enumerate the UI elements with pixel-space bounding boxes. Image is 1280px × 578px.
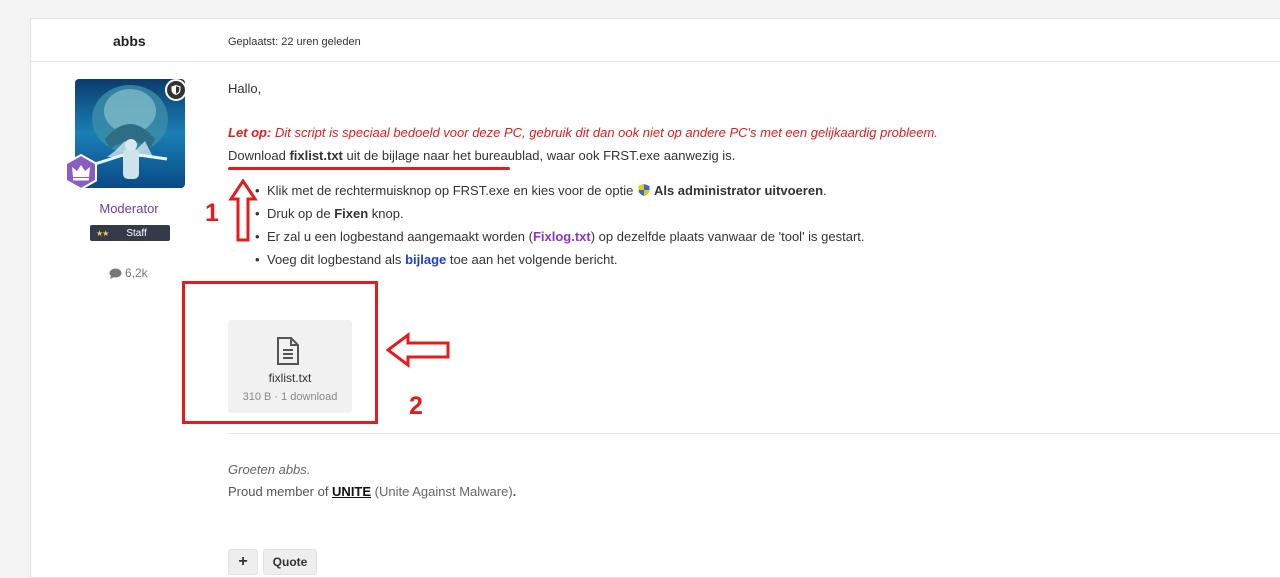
uac-shield-icon (638, 184, 650, 196)
step-3-text: Er zal u een logbestand aangemaakt worde… (267, 229, 533, 244)
list-item: Klik met de rechtermuisknop op FRST.exe … (255, 183, 865, 206)
signature-paren: (Unite Against Malware) (371, 484, 513, 499)
attachment-fixlist[interactable]: fixlist.txt 310 B · 1 download (228, 320, 352, 413)
user-role: Moderator (99, 201, 159, 216)
author-name[interactable]: abbs (113, 33, 146, 49)
download-pre: Download (228, 148, 290, 163)
bijlage-text: bijlage (405, 252, 447, 267)
annotation-label-2: 2 (409, 392, 423, 420)
download-instruction: Download fixlist.txt uit de bijlage naar… (228, 148, 735, 163)
post-header: abbs Geplaatst: 22 uren geleden (31, 19, 1280, 62)
step-1-text: Klik met de rechtermuisknop op FRST.exe … (267, 183, 637, 198)
post-actions: + Quote (228, 549, 317, 575)
annotation-arrow-up (228, 179, 258, 242)
fixlog-link: Fixlog.txt (532, 229, 591, 244)
crown-icon (65, 153, 97, 191)
step-2-end: knop. (368, 206, 404, 221)
unite-link[interactable]: UNITE (332, 484, 371, 499)
multiquote-button[interactable]: + (228, 549, 258, 575)
warning-text: Let op: Dit script is speciaal bedoeld v… (228, 125, 938, 140)
post-date: Geplaatst: 22 uren geleden (228, 36, 361, 48)
signature-member-text: Proud member of (228, 484, 333, 499)
annotation-arrow-left (386, 332, 450, 368)
warning-lead: Let op: (228, 125, 272, 140)
annotation-underline (228, 167, 510, 170)
step-3-end: ) op dezelfde plaats vanwaar de 'tool' i… (590, 229, 865, 244)
post-count-value: 6,2k (125, 266, 148, 280)
step-2-text: Druk op de (267, 206, 335, 221)
attachment-meta: 310 B · 1 download (242, 391, 338, 403)
signature-greeting: Groeten abbs. (228, 462, 311, 477)
step-4-text: Voeg dit logbestand als (267, 252, 406, 267)
forum-post: abbs Geplaatst: 22 uren geleden Moderato… (30, 18, 1280, 578)
step-4-end: toe aan het volgende bericht. (446, 252, 618, 267)
staff-badge: ★★ Staff (90, 225, 170, 241)
signature-end: . (512, 484, 517, 499)
file-icon (277, 337, 299, 365)
attachment-name: fixlist.txt (268, 371, 312, 385)
comment-icon (109, 268, 122, 279)
warning-body: Dit script is speciaal bedoeld voor deze… (271, 125, 938, 140)
signature-line-2: Proud member of UNITE (Unite Against Mal… (228, 481, 516, 503)
step-1-bold: Als administrator uitvoeren (653, 183, 824, 198)
list-item: Er zal u een logbestand aangemaakt worde… (255, 229, 865, 252)
rank-badge (63, 153, 99, 191)
annotation-label-1: 1 (205, 199, 219, 227)
signature-divider (228, 433, 1280, 434)
steps-list: Klik met de rechtermuisknop op FRST.exe … (255, 183, 865, 275)
greeting: Hallo, (228, 81, 262, 96)
step-1-end: . (823, 183, 827, 198)
download-filename: fixlist.txt (289, 148, 343, 163)
download-post: uit de bijlage naar het bureaublad, waar… (342, 148, 736, 163)
shield-icon (171, 85, 181, 95)
list-item: Voeg dit logbestand als bijlage toe aan … (255, 252, 865, 275)
staff-stars: ★★ (96, 228, 109, 238)
signature: Groeten abbs. Proud member of UNITE (Uni… (228, 459, 516, 503)
staff-label: Staff (126, 227, 147, 239)
post-count[interactable]: 6,2k (109, 266, 148, 280)
quote-button[interactable]: Quote (263, 549, 317, 575)
list-item: Druk op de Fixen knop. (255, 206, 865, 229)
moderator-shield-badge (165, 79, 187, 101)
step-2-bold: Fixen (334, 206, 369, 221)
